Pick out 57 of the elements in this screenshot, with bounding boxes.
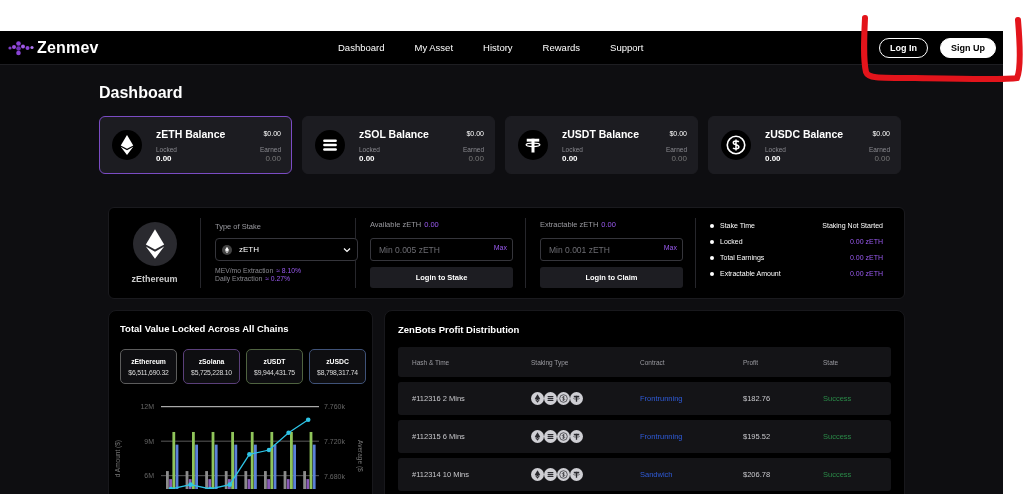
diamond-coin-icon [531,430,544,443]
bullet-icon [710,271,714,276]
diamond-coin-icon [112,130,142,160]
bars-coin-icon [315,130,345,160]
sign-up-button[interactable]: Sign Up [940,37,996,58]
locked-value: 0.00 [359,153,376,163]
data-point [188,482,193,487]
card-title: ZenBots Profit Distribution [398,324,521,335]
asset-name: zEthereum [131,274,178,284]
balance-title: zUSDC Balance [765,127,845,140]
data-point [207,486,213,489]
diamond-coin-icon [132,222,177,266]
t-coin-icon [570,468,583,481]
dollar-coin-icon [721,130,751,160]
stake-type-dropdown[interactable]: zETH [215,238,358,261]
log-in-button[interactable]: Log In [879,37,928,58]
earned-value: 0.00 [467,153,484,163]
balance-title: zSOL Balance [359,127,430,140]
nav-link[interactable]: Dashboard [338,42,385,53]
data-point [247,452,252,457]
data-point [227,482,233,487]
t-coin-icon [518,130,548,160]
earned-value: 0.00 [264,153,281,163]
diamond-coin-icon [531,468,544,481]
data-point [286,430,291,435]
data-point [168,486,174,489]
nav-link[interactable]: History [483,42,513,53]
locked-value: 0.00 [765,153,782,163]
balance-title: zETH Balance [156,127,227,140]
chevron-down-icon [343,246,351,253]
diamond-coin-icon [531,392,544,405]
bullet-icon [710,239,714,244]
diamond-coin-icon [222,244,232,255]
card-title: Total Value Locked Across All Chains [120,323,290,334]
data-point [305,417,311,422]
t-coin-icon [570,430,583,443]
bars-coin-icon [544,392,557,405]
nav-link[interactable]: Support [610,42,644,53]
brand-name: Zenmev [37,38,99,57]
t-coin-icon [570,392,583,405]
data-point [266,447,272,453]
dollar-coin-icon [557,430,570,443]
logo-icon [8,39,34,56]
balance-title: zUSDT Balance [562,127,641,140]
dollar-coin-icon [557,392,570,405]
locked-value: 0.00 [156,153,173,163]
dollar-coin-icon [557,468,570,481]
bars-coin-icon [544,468,557,481]
bullet-icon [710,223,714,228]
earned-value: 0.00 [670,153,687,163]
nav-link[interactable]: My Asset [414,42,454,53]
bullet-icon [710,255,714,260]
page-title: Dashboard [99,84,184,102]
nav-link[interactable]: Rewards [542,42,581,53]
locked-value: 0.00 [562,153,579,163]
bars-coin-icon [544,430,557,443]
earned-value: 0.00 [873,153,890,163]
